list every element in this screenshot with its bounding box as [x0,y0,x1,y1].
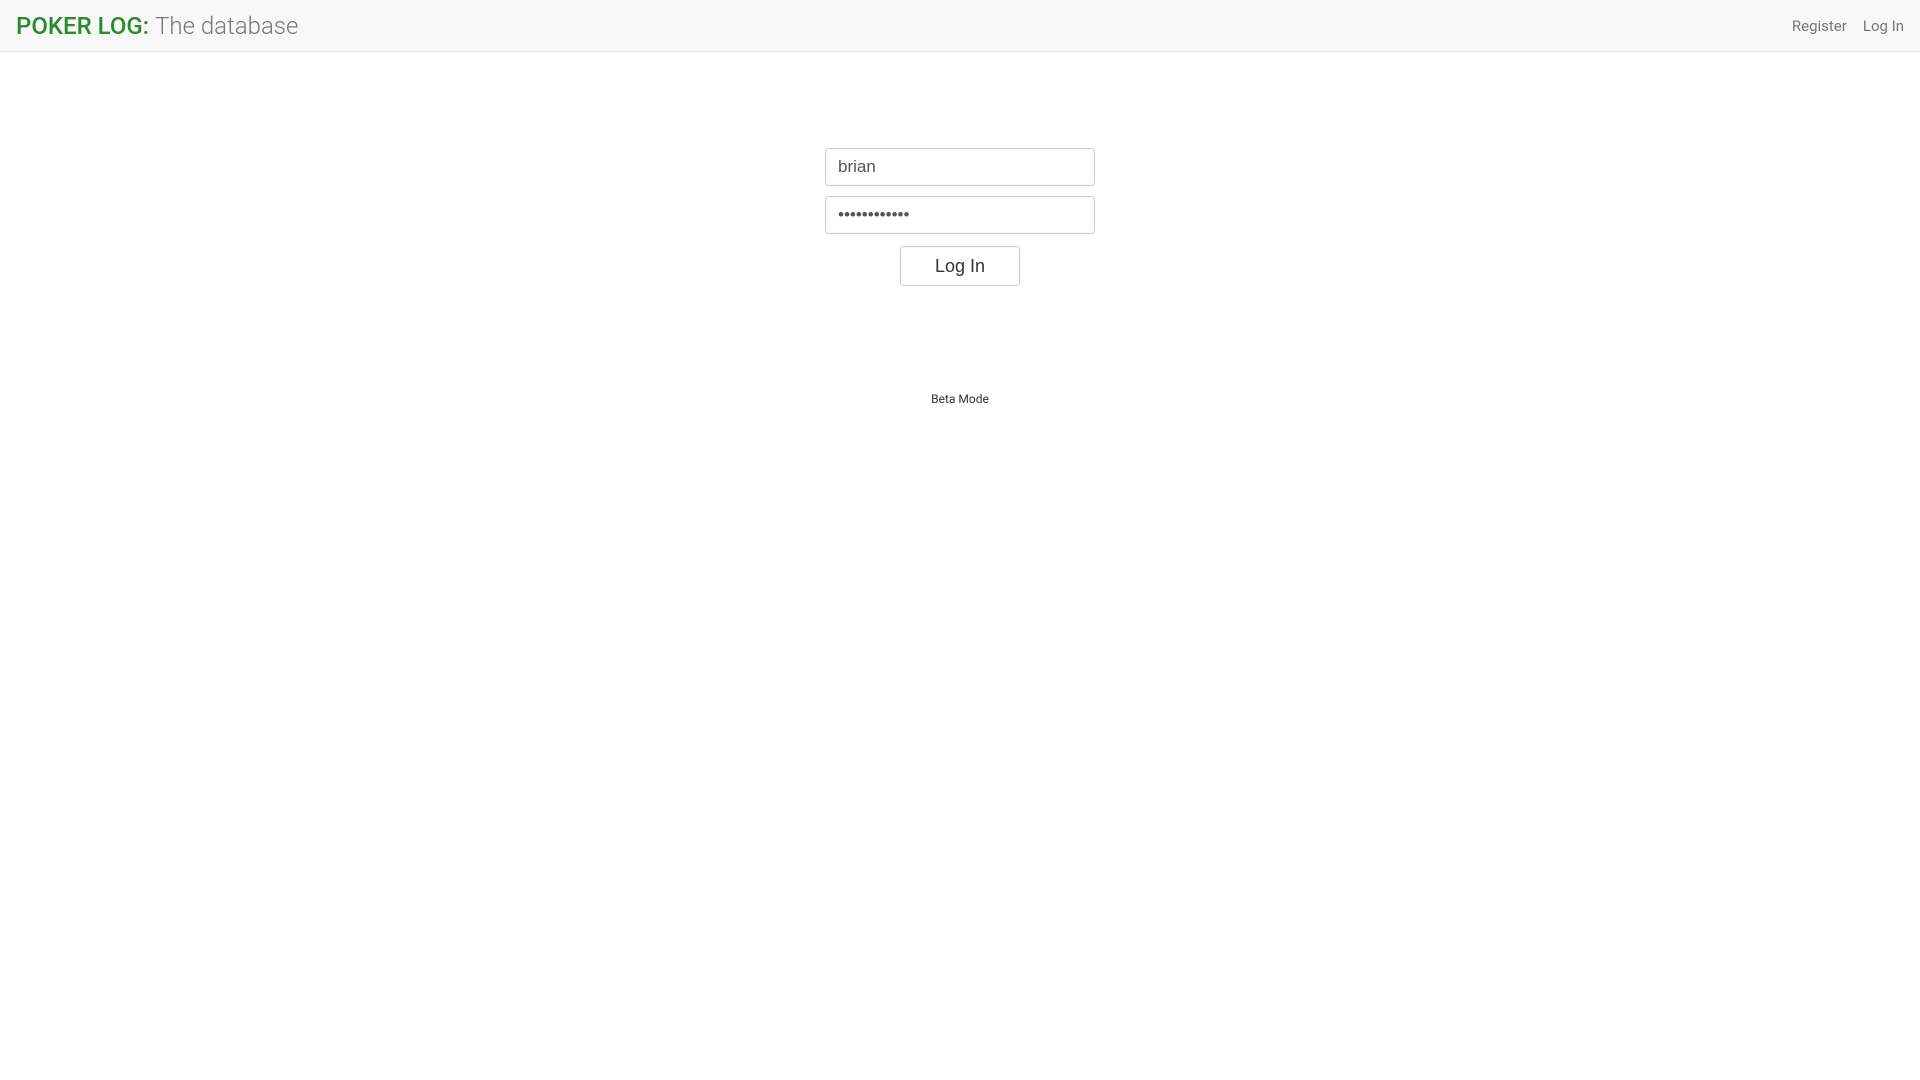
login-container: Log In Beta Mode [0,148,1920,406]
register-link[interactable]: Register [1792,17,1847,35]
login-button[interactable]: Log In [900,246,1020,286]
brand-primary: POKER LOG: [16,12,149,40]
navbar: POKER LOG: The database Register Log In [0,0,1920,52]
username-input[interactable] [825,148,1095,186]
login-form: Log In [825,148,1095,286]
login-link[interactable]: Log In [1863,17,1904,35]
nav-links: Register Log In [1792,17,1904,35]
password-input[interactable] [825,196,1095,234]
beta-mode-label: Beta Mode [931,392,989,406]
brand[interactable]: POKER LOG: The database [16,12,298,40]
brand-secondary: The database [155,12,298,40]
